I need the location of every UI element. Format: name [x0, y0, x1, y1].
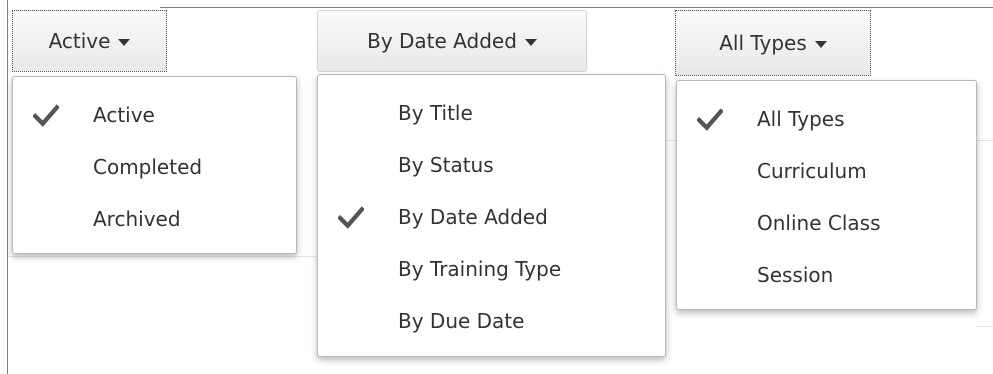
type-option-label: Online Class [757, 211, 881, 235]
page-frame-left-border [7, 0, 8, 374]
sort-option-label: By Date Added [398, 205, 548, 229]
status-filter-menu: Active Completed Archived [12, 76, 297, 254]
type-option-all-types[interactable]: All Types [677, 93, 976, 145]
sort-option-label: By Status [398, 153, 494, 177]
sort-filter-menu: By Title By Status By Date Added By Trai… [317, 74, 666, 357]
status-option-label: Active [93, 103, 155, 127]
sort-filter-label: By Date Added [367, 29, 517, 53]
type-filter-menu: All Types Curriculum Online Class Sessio… [676, 80, 977, 310]
type-option-label: Curriculum [757, 159, 867, 183]
background-row-divider [976, 140, 993, 141]
status-option-archived[interactable]: Archived [13, 193, 296, 245]
type-filter-button[interactable]: All Types [675, 10, 871, 76]
caret-down-icon [118, 38, 131, 46]
sort-option-by-due-date[interactable]: By Due Date [318, 295, 665, 347]
type-option-session[interactable]: Session [677, 249, 976, 301]
sort-option-by-title[interactable]: By Title [318, 87, 665, 139]
type-option-curriculum[interactable]: Curriculum [677, 145, 976, 197]
status-option-label: Archived [93, 207, 181, 231]
caret-down-icon [814, 40, 827, 48]
check-icon [697, 108, 723, 131]
status-option-active[interactable]: Active [13, 89, 296, 141]
type-option-label: Session [757, 263, 834, 287]
caret-down-icon [524, 38, 537, 46]
sort-option-label: By Training Type [398, 257, 562, 281]
status-filter-label: Active [48, 29, 111, 53]
status-option-completed[interactable]: Completed [13, 141, 296, 193]
sort-option-by-training-type[interactable]: By Training Type [318, 243, 665, 295]
type-option-label: All Types [757, 107, 845, 131]
status-filter-button[interactable]: Active [12, 10, 167, 72]
sort-option-by-date-added[interactable]: By Date Added [318, 191, 665, 243]
type-option-online-class[interactable]: Online Class [677, 197, 976, 249]
check-icon [338, 206, 364, 229]
check-icon [33, 104, 59, 127]
sort-option-label: By Due Date [398, 309, 525, 333]
background-row-divider [976, 326, 993, 327]
type-filter-label: All Types [719, 31, 807, 55]
sort-filter-button[interactable]: By Date Added [317, 10, 587, 72]
sort-option-by-status[interactable]: By Status [318, 139, 665, 191]
background-row-divider [8, 256, 318, 257]
status-option-label: Completed [93, 155, 203, 179]
sort-option-label: By Title [398, 101, 473, 125]
page-frame-top-border [160, 7, 993, 8]
